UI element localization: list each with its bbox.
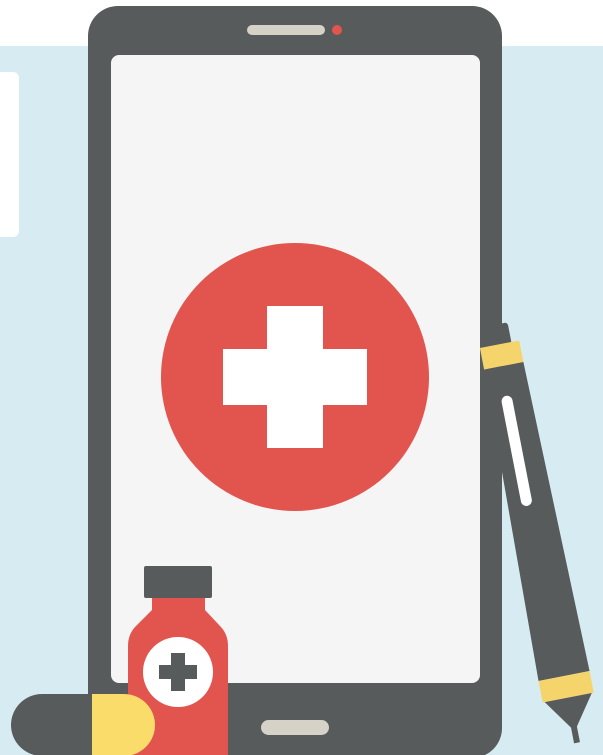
side-card <box>0 72 19 237</box>
illustration-canvas <box>0 6 603 755</box>
phone-home-button <box>261 720 329 735</box>
phone-camera <box>332 25 342 35</box>
medical-cross-icon <box>161 243 429 511</box>
pill-capsule-icon <box>11 694 155 755</box>
health-app-illustration <box>0 0 603 755</box>
phone-speaker <box>247 25 325 35</box>
